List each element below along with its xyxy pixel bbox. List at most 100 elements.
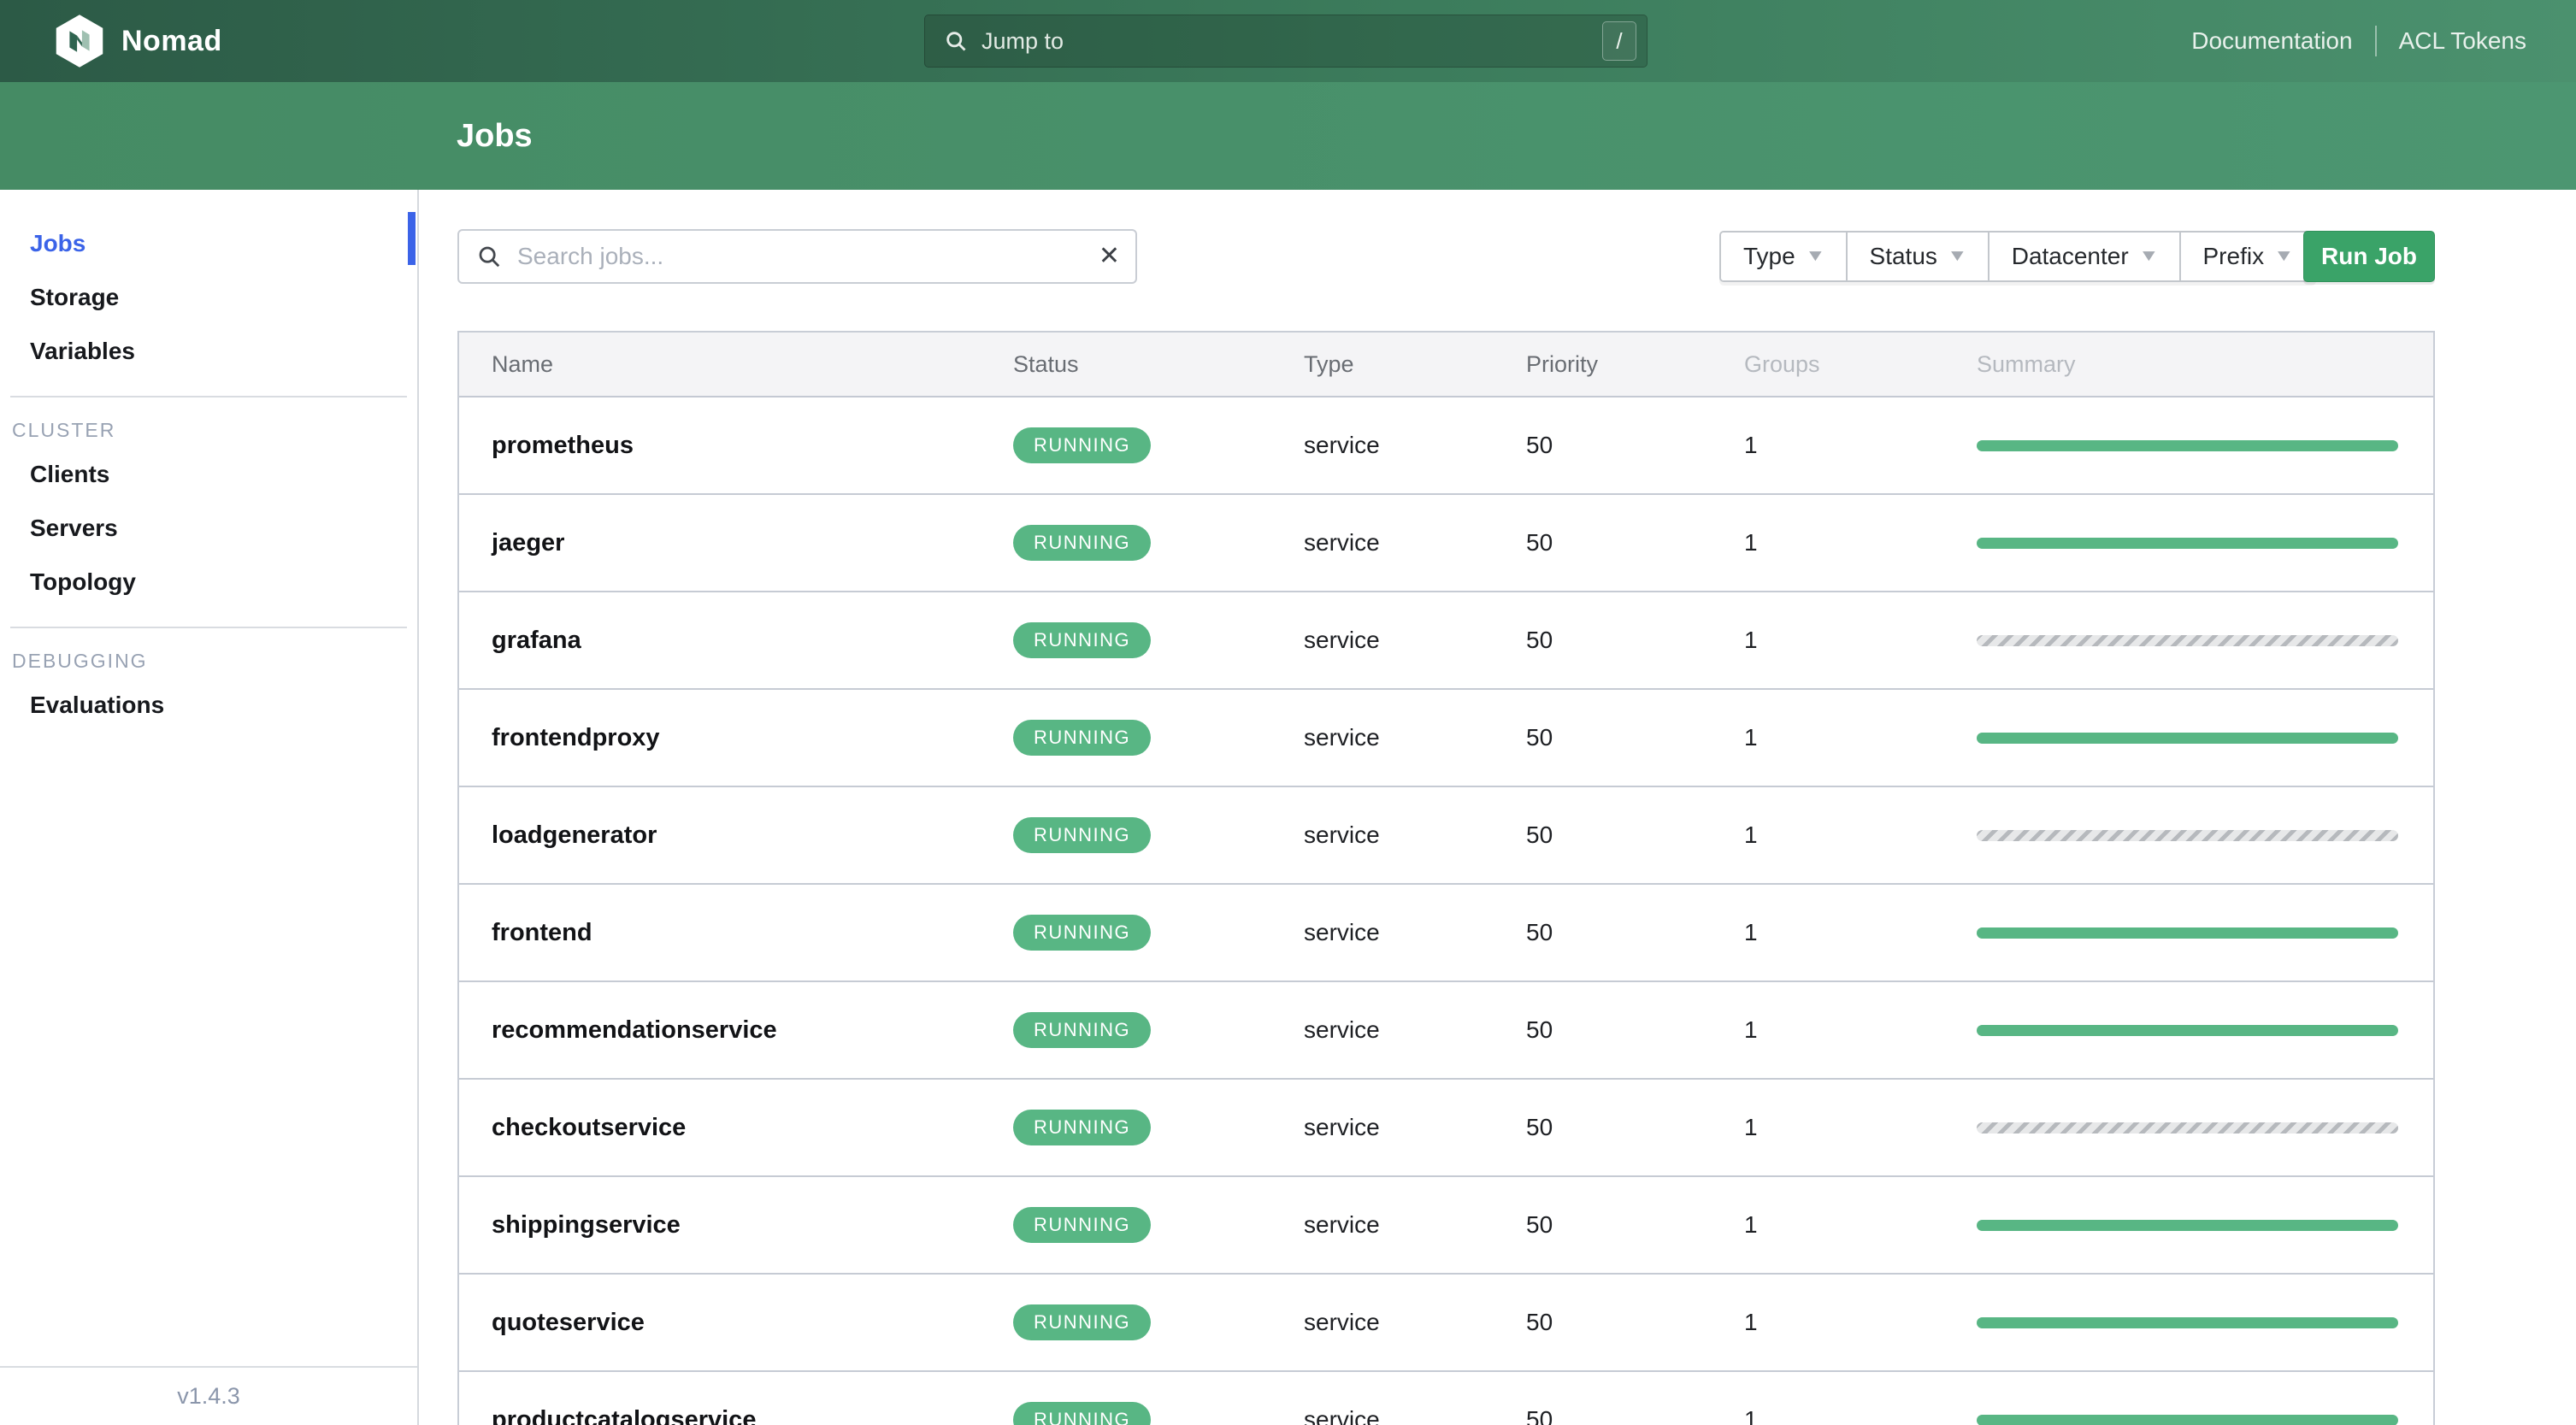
job-groups: 1 bbox=[1744, 919, 1758, 945]
run-job-button[interactable]: Run Job bbox=[2303, 231, 2435, 282]
sidebar-item-clients[interactable]: Clients bbox=[0, 447, 417, 501]
sidebar-item-jobs[interactable]: Jobs bbox=[0, 216, 417, 270]
filter-group: Type ▼ Status ▼ Datacenter ▼ Prefix ▼ bbox=[1719, 231, 2316, 282]
status-filter-dropdown[interactable]: Status ▼ bbox=[1847, 233, 1989, 280]
table-row[interactable]: recommendationservice RUNNING service 50… bbox=[459, 982, 2433, 1080]
job-priority: 50 bbox=[1526, 432, 1553, 458]
summary-bar bbox=[1977, 829, 2398, 841]
status-badge: RUNNING bbox=[1013, 525, 1152, 561]
job-name[interactable]: productcatalogservice bbox=[459, 1406, 1013, 1425]
job-priority: 50 bbox=[1526, 919, 1553, 945]
job-name[interactable]: prometheus bbox=[459, 432, 1013, 460]
column-header-name[interactable]: Name bbox=[459, 351, 1013, 378]
job-groups: 1 bbox=[1744, 529, 1758, 556]
job-name[interactable]: grafana bbox=[459, 627, 1013, 655]
summary-bar bbox=[1977, 1316, 2398, 1328]
chevron-down-icon: ▼ bbox=[2137, 247, 2160, 265]
column-header-type[interactable]: Type bbox=[1304, 351, 1526, 378]
sidebar: Jobs Storage Variables CLUSTER Clients S… bbox=[0, 190, 419, 1425]
table-row[interactable]: shippingservice RUNNING service 50 1 bbox=[459, 1177, 2433, 1275]
sidebar-item-topology[interactable]: Topology bbox=[0, 555, 417, 609]
jobs-search-box[interactable]: ✕ bbox=[457, 229, 1137, 284]
sidebar-cluster-menu: Clients Servers Topology bbox=[0, 447, 417, 609]
clear-search-icon[interactable]: ✕ bbox=[1099, 244, 1120, 269]
job-type: service bbox=[1304, 1309, 1380, 1335]
summary-bar bbox=[1977, 537, 2398, 549]
nomad-ui: Nomad / Documentation ACL Tokens Jobs Jo… bbox=[0, 0, 2576, 1425]
sidebar-section-debugging: DEBUGGING bbox=[12, 650, 148, 672]
table-row[interactable]: frontendproxy RUNNING service 50 1 bbox=[459, 690, 2433, 787]
page-title: Jobs bbox=[457, 117, 533, 154]
chevron-down-icon: ▼ bbox=[1804, 247, 1826, 265]
table-row[interactable]: grafana RUNNING service 50 1 bbox=[459, 592, 2433, 690]
job-name[interactable]: frontendproxy bbox=[459, 724, 1013, 752]
datacenter-filter-label: Datacenter bbox=[2011, 243, 2129, 269]
summary-bar bbox=[1977, 1219, 2398, 1231]
table-row[interactable]: loadgenerator RUNNING service 50 1 bbox=[459, 787, 2433, 885]
table-row[interactable]: checkoutservice RUNNING service 50 1 bbox=[459, 1080, 2433, 1177]
type-filter-dropdown[interactable]: Type ▼ bbox=[1721, 233, 1848, 280]
sidebar-item-servers[interactable]: Servers bbox=[0, 501, 417, 555]
table-row[interactable]: productcatalogservice RUNNING service 50… bbox=[459, 1372, 2433, 1425]
sidebar-item-variables[interactable]: Variables bbox=[0, 324, 417, 378]
sidebar-primary-menu: Jobs Storage Variables bbox=[0, 190, 417, 378]
job-name[interactable]: shippingservice bbox=[459, 1211, 1013, 1240]
job-name[interactable]: checkoutservice bbox=[459, 1114, 1013, 1142]
brand[interactable]: Nomad bbox=[55, 0, 222, 82]
sidebar-item-storage[interactable]: Storage bbox=[0, 270, 417, 324]
job-name[interactable]: jaeger bbox=[459, 529, 1013, 557]
sidebar-debugging-menu: Evaluations bbox=[0, 678, 417, 732]
job-priority: 50 bbox=[1526, 627, 1553, 653]
brand-name: Nomad bbox=[121, 24, 222, 57]
chevron-down-icon: ▼ bbox=[1947, 247, 1968, 265]
job-type: service bbox=[1304, 1114, 1380, 1140]
status-badge: RUNNING bbox=[1013, 817, 1152, 853]
column-header-priority[interactable]: Priority bbox=[1526, 351, 1744, 378]
job-type: service bbox=[1304, 821, 1380, 848]
job-type: service bbox=[1304, 529, 1380, 556]
page-header: Jobs bbox=[0, 82, 2576, 190]
nomad-logo-icon bbox=[56, 15, 103, 68]
status-badge: RUNNING bbox=[1013, 622, 1152, 658]
job-priority: 50 bbox=[1526, 821, 1553, 848]
datacenter-filter-dropdown[interactable]: Datacenter ▼ bbox=[1989, 233, 2181, 280]
summary-bar bbox=[1977, 1024, 2398, 1036]
table-row[interactable]: jaeger RUNNING service 50 1 bbox=[459, 495, 2433, 592]
job-groups: 1 bbox=[1744, 1406, 1758, 1425]
jobs-search-input[interactable] bbox=[516, 242, 1099, 271]
jump-to-search[interactable]: / bbox=[924, 15, 1648, 68]
jump-to-input[interactable] bbox=[980, 26, 1602, 56]
column-header-status[interactable]: Status bbox=[1013, 351, 1304, 378]
summary-bar bbox=[1977, 1122, 2398, 1134]
prefix-filter-label: Prefix bbox=[2202, 243, 2265, 269]
table-row[interactable]: quoteservice RUNNING service 50 1 bbox=[459, 1275, 2433, 1372]
active-item-indicator bbox=[408, 212, 416, 265]
job-name[interactable]: quoteservice bbox=[459, 1309, 1013, 1337]
jobs-table: Name Status Type Priority Groups Summary… bbox=[457, 331, 2435, 1425]
summary-bar bbox=[1977, 927, 2398, 939]
summary-bar bbox=[1977, 1414, 2398, 1425]
job-type: service bbox=[1304, 627, 1380, 653]
job-name[interactable]: frontend bbox=[459, 919, 1013, 947]
job-groups: 1 bbox=[1744, 432, 1758, 458]
table-row[interactable]: frontend RUNNING service 50 1 bbox=[459, 885, 2433, 982]
version-label: v1.4.3 bbox=[0, 1366, 417, 1425]
acl-tokens-link[interactable]: ACL Tokens bbox=[2399, 27, 2526, 55]
table-row[interactable]: prometheus RUNNING service 50 1 bbox=[459, 397, 2433, 495]
status-badge: RUNNING bbox=[1013, 1207, 1152, 1243]
job-priority: 50 bbox=[1526, 1114, 1553, 1140]
job-type: service bbox=[1304, 919, 1380, 945]
job-type: service bbox=[1304, 432, 1380, 458]
job-groups: 1 bbox=[1744, 627, 1758, 653]
job-type: service bbox=[1304, 1211, 1380, 1238]
job-priority: 50 bbox=[1526, 1406, 1553, 1425]
job-name[interactable]: loadgenerator bbox=[459, 821, 1013, 850]
status-badge: RUNNING bbox=[1013, 1110, 1152, 1145]
job-name[interactable]: recommendationservice bbox=[459, 1016, 1013, 1045]
prefix-filter-dropdown[interactable]: Prefix ▼ bbox=[2180, 233, 2314, 280]
sidebar-item-evaluations[interactable]: Evaluations bbox=[0, 678, 417, 732]
documentation-link[interactable]: Documentation bbox=[2191, 27, 2352, 55]
sidebar-section-cluster: CLUSTER bbox=[12, 419, 116, 441]
status-badge: RUNNING bbox=[1013, 427, 1152, 463]
job-priority: 50 bbox=[1526, 1211, 1553, 1238]
